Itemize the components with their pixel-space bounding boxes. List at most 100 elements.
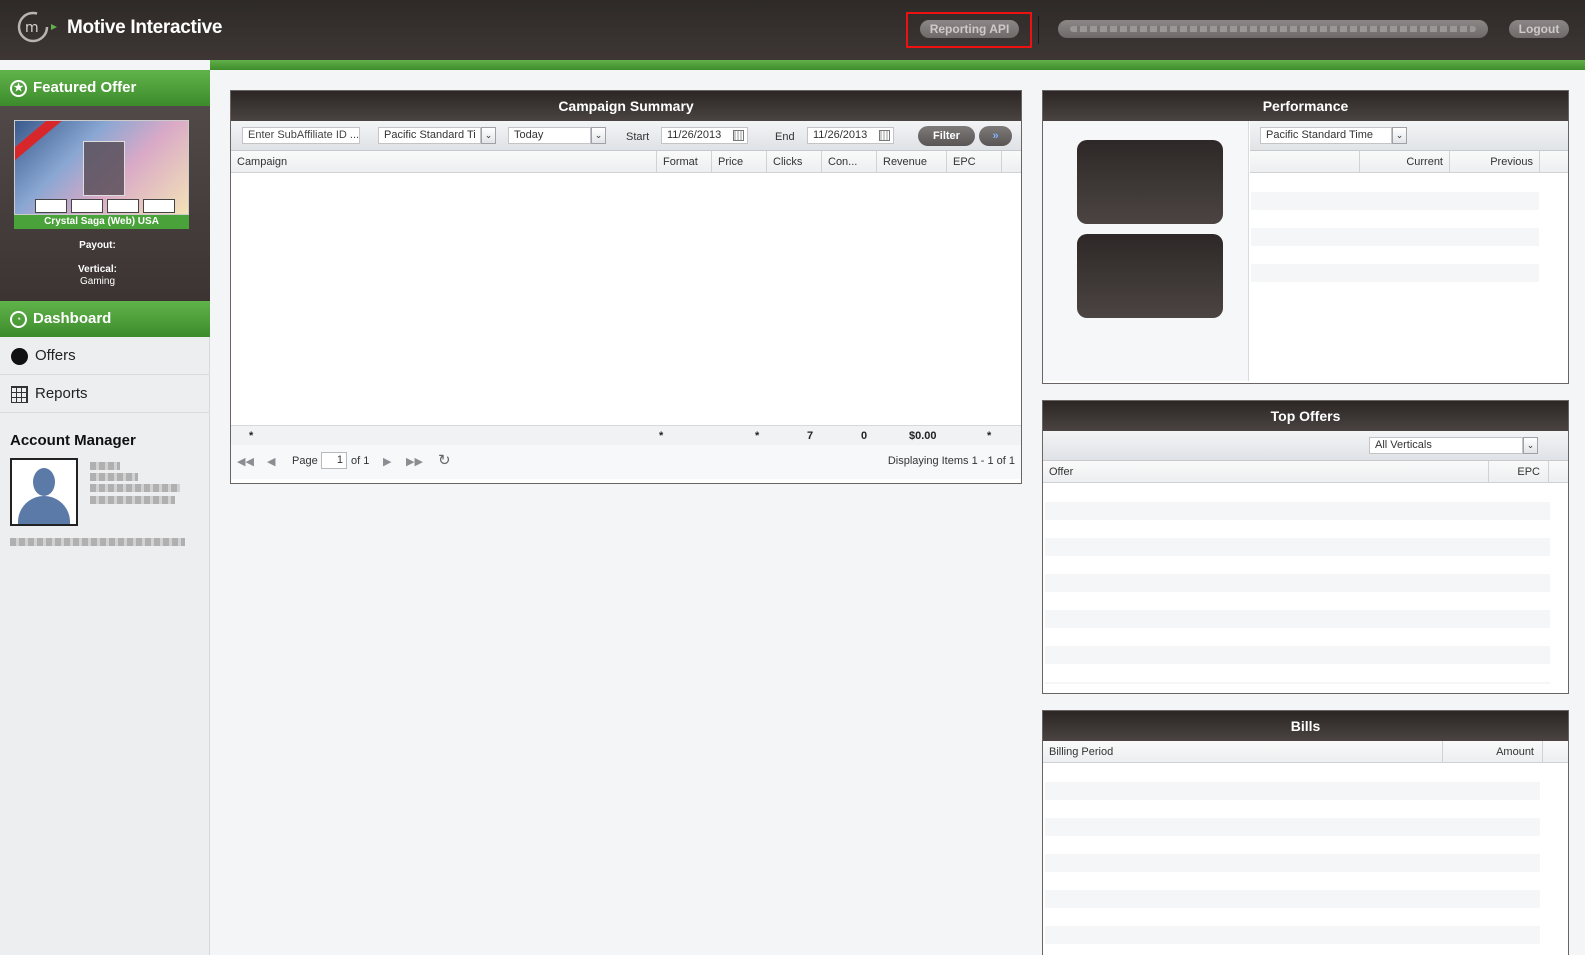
top-offers-rows: [1045, 484, 1550, 684]
col-amount[interactable]: Amount: [1443, 741, 1543, 763]
svg-text:m: m: [25, 20, 39, 36]
nav-reports[interactable]: Reports: [0, 375, 210, 413]
vertical-value: Gaming: [79, 276, 115, 287]
vertical-filter-select[interactable]: All Verticals: [1369, 437, 1523, 454]
redacted-name: [90, 462, 120, 470]
display-count: Displaying Items 1 - 1 of 1: [887, 455, 1015, 467]
chevron-down-icon[interactable]: ⌄: [1392, 127, 1407, 144]
nav-dashboard[interactable]: ◔ Dashboard: [0, 301, 210, 337]
header-accent-bar: [210, 60, 1585, 70]
total-clicks: 7: [807, 430, 814, 442]
total-format: *: [659, 430, 664, 442]
chevron-down-icon[interactable]: ⌄: [591, 127, 606, 144]
campaign-summary-panel: Campaign Summary Enter SubAffiliate ID .…: [230, 90, 1022, 484]
payout-label: Payout:: [79, 240, 116, 251]
total-epc: *: [987, 430, 992, 442]
motive-logo-icon: m: [17, 11, 57, 43]
redacted-email: [10, 538, 185, 546]
col-format[interactable]: Format: [657, 151, 712, 173]
featured-offer-header: ★ Featured Offer: [0, 70, 210, 106]
page-number-input[interactable]: 1: [321, 452, 347, 469]
user-info-pill[interactable]: [1058, 20, 1488, 38]
col-current[interactable]: Current: [1360, 151, 1450, 173]
range-select[interactable]: Today: [508, 127, 591, 144]
bills-rows: [1045, 764, 1540, 954]
calendar-icon[interactable]: [879, 130, 890, 141]
nav-dashboard-label: Dashboard: [33, 310, 112, 327]
subaffiliate-input[interactable]: Enter SubAffiliate ID ...: [242, 127, 360, 144]
sidebar: ★ Featured Offer Crystal Saga (Web) USA …: [0, 70, 210, 955]
campaign-summary-toolbar: Enter SubAffiliate ID ... Pacific Standa…: [231, 121, 1021, 151]
chevron-down-icon[interactable]: ⌄: [1523, 437, 1538, 454]
col-previous[interactable]: Previous: [1450, 151, 1540, 173]
bills-panel: Bills Billing Period Amount: [1042, 710, 1569, 955]
page-label: Page: [292, 455, 318, 467]
app-title: Motive Interactive: [67, 17, 223, 38]
performance-card-1: [1077, 140, 1223, 224]
performance-toolbar: Pacific Standard Time ⌄: [1250, 121, 1568, 151]
refresh-icon[interactable]: ↻: [438, 451, 451, 469]
logout-button[interactable]: Logout: [1509, 20, 1569, 38]
next-page-icon[interactable]: ▶: [383, 455, 391, 468]
dashboard-icon: ◔: [10, 311, 27, 328]
featured-offer-title: Featured Offer: [33, 79, 137, 96]
top-offers-grid-header: Offer EPC: [1043, 461, 1568, 483]
account-manager-title: Account Manager: [10, 432, 136, 449]
nav-reports-label: Reports: [35, 385, 88, 402]
performance-cards: [1043, 121, 1249, 381]
filter-button[interactable]: Filter: [918, 126, 975, 146]
top-offers-panel: Top Offers All Verticals ⌄ Offer EPC: [1042, 400, 1569, 694]
total-price: *: [755, 430, 760, 442]
col-clicks[interactable]: Clicks: [767, 151, 822, 173]
end-label: End: [775, 131, 795, 143]
featured-offer-name[interactable]: Crystal Saga (Web) USA: [14, 215, 189, 229]
campaign-summary-title: Campaign Summary: [231, 91, 1021, 121]
total-campaign: *: [249, 430, 254, 442]
performance-title: Performance: [1043, 91, 1568, 121]
col-offer-epc[interactable]: EPC: [1489, 461, 1549, 483]
offer-image-thumbs: [35, 199, 175, 213]
top-offers-title: Top Offers: [1043, 401, 1568, 431]
star-icon: ★: [10, 80, 27, 97]
total-conversions: 0: [861, 430, 868, 442]
col-revenue[interactable]: Revenue: [877, 151, 947, 173]
nav-offers[interactable]: Offers: [0, 337, 210, 375]
total-revenue: $0.00: [909, 430, 937, 442]
featured-offer-image[interactable]: [14, 120, 189, 215]
grid-icon: [11, 386, 28, 403]
performance-timezone-select[interactable]: Pacific Standard Time: [1260, 127, 1392, 144]
col-conversions[interactable]: Con...: [822, 151, 877, 173]
col-billing-period[interactable]: Billing Period: [1043, 741, 1443, 763]
vertical-label: Vertical:: [78, 264, 117, 275]
nav-offers-label: Offers: [35, 347, 76, 364]
redacted-name-2: [90, 473, 138, 481]
bills-title: Bills: [1043, 711, 1568, 741]
featured-offer-panel: Crystal Saga (Web) USA Payout: Vertical:…: [0, 106, 210, 301]
performance-rows: [1251, 174, 1539, 300]
start-label: Start: [626, 131, 650, 143]
campaign-grid-header: Campaign Format Price Clicks Con... Reve…: [231, 151, 1021, 173]
col-offer[interactable]: Offer: [1043, 461, 1489, 483]
col-epc[interactable]: EPC: [947, 151, 1002, 173]
performance-card-2: [1077, 234, 1223, 318]
col-campaign[interactable]: Campaign: [231, 151, 657, 173]
reporting-api-button[interactable]: Reporting API: [920, 20, 1019, 38]
bills-grid-header: Billing Period Amount: [1043, 741, 1568, 763]
last-page-icon[interactable]: ▶▶: [406, 455, 423, 468]
first-page-icon[interactable]: ◀◀: [237, 455, 254, 468]
more-options-button[interactable]: »: [979, 126, 1012, 146]
offer-ribbon: [15, 121, 67, 163]
timezone-select[interactable]: Pacific Standard Ti: [378, 127, 481, 144]
prev-page-icon[interactable]: ◀: [267, 455, 275, 468]
redacted-phone: [90, 484, 180, 492]
campaign-summary-totals: * * * 7 0 $0.00 *: [231, 425, 1021, 445]
calendar-icon[interactable]: [733, 130, 744, 141]
col-metric: [1250, 151, 1360, 173]
header-divider: [1038, 16, 1039, 44]
redacted-phone-2: [90, 496, 175, 504]
campaign-pager: ◀◀ ◀ Page 1 of 1 ▶ ▶▶ ↻ Displaying Items…: [231, 445, 1021, 479]
chevron-down-icon[interactable]: ⌄: [481, 127, 496, 144]
performance-grid-header: Current Previous: [1250, 151, 1568, 173]
col-price[interactable]: Price: [712, 151, 767, 173]
performance-panel: Performance Pacific Standard Time ⌄ Curr…: [1042, 90, 1569, 384]
